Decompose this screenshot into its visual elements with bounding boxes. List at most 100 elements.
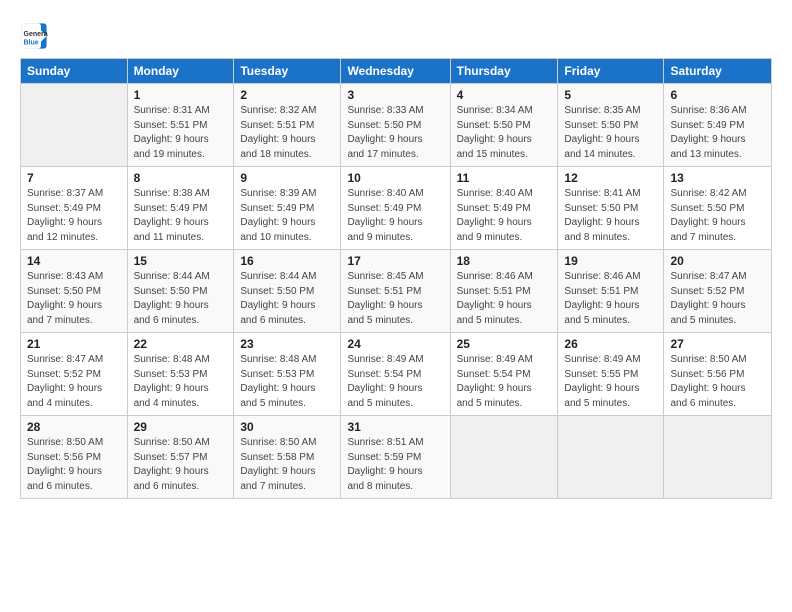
- day-info: Sunrise: 8:50 AM Sunset: 5:56 PM Dayligh…: [27, 436, 121, 494]
- day-number: 28: [27, 420, 121, 434]
- day-info: Sunrise: 8:48 AM Sunset: 5:53 PM Dayligh…: [134, 353, 228, 411]
- calendar-cell: 25 Sunrise: 8:49 AM Sunset: 5:54 PM Dayli…: [450, 333, 558, 416]
- day-number: 19: [564, 254, 657, 268]
- page-container: General Blue SundayMondayTuesdayWednesda…: [0, 0, 792, 509]
- calendar-cell: 7 Sunrise: 8:37 AM Sunset: 5:49 PM Daylig…: [21, 167, 128, 250]
- col-header-friday: Friday: [558, 59, 664, 84]
- day-number: 12: [564, 171, 657, 185]
- day-number: 2: [240, 88, 334, 102]
- header: General Blue: [20, 18, 772, 50]
- calendar-cell: 16 Sunrise: 8:44 AM Sunset: 5:50 PM Dayli…: [234, 250, 341, 333]
- day-info: Sunrise: 8:44 AM Sunset: 5:50 PM Dayligh…: [134, 270, 228, 328]
- day-number: 23: [240, 337, 334, 351]
- day-number: 3: [347, 88, 443, 102]
- calendar-cell: 31 Sunrise: 8:51 AM Sunset: 5:59 PM Dayli…: [341, 416, 450, 499]
- calendar-cell: [21, 84, 128, 167]
- day-info: Sunrise: 8:44 AM Sunset: 5:50 PM Dayligh…: [240, 270, 334, 328]
- day-number: 26: [564, 337, 657, 351]
- col-header-tuesday: Tuesday: [234, 59, 341, 84]
- day-info: Sunrise: 8:50 AM Sunset: 5:56 PM Dayligh…: [670, 353, 765, 411]
- day-info: Sunrise: 8:32 AM Sunset: 5:51 PM Dayligh…: [240, 104, 334, 162]
- calendar-cell: 19 Sunrise: 8:46 AM Sunset: 5:51 PM Dayli…: [558, 250, 664, 333]
- calendar-cell: 23Sunrise: 8:48 AM Sunset: 5:53 PM Dayli…: [234, 333, 341, 416]
- day-number: 7: [27, 171, 121, 185]
- calendar-cell: 1 Sunrise: 8:31 AM Sunset: 5:51 PM Daylig…: [127, 84, 234, 167]
- svg-text:Blue: Blue: [24, 39, 39, 46]
- day-number: 18: [457, 254, 552, 268]
- calendar-cell: 14 Sunrise: 8:43 AM Sunset: 5:50 PM Dayli…: [21, 250, 128, 333]
- day-number: 22: [134, 337, 228, 351]
- day-info: Sunrise: 8:47 AM Sunset: 5:52 PM Dayligh…: [27, 353, 121, 411]
- calendar-cell: 28 Sunrise: 8:50 AM Sunset: 5:56 PM Dayli…: [21, 416, 128, 499]
- day-info: Sunrise: 8:37 AM Sunset: 5:49 PM Dayligh…: [27, 187, 121, 245]
- day-number: 15: [134, 254, 228, 268]
- calendar-cell: 29Sunrise: 8:50 AM Sunset: 5:57 PM Dayli…: [127, 416, 234, 499]
- col-header-sunday: Sunday: [21, 59, 128, 84]
- day-number: 21: [27, 337, 121, 351]
- day-info: Sunrise: 8:46 AM Sunset: 5:51 PM Dayligh…: [564, 270, 657, 328]
- calendar-cell: 9 Sunrise: 8:39 AM Sunset: 5:49 PM Daylig…: [234, 167, 341, 250]
- day-info: Sunrise: 8:40 AM Sunset: 5:49 PM Dayligh…: [347, 187, 443, 245]
- day-info: Sunrise: 8:49 AM Sunset: 5:55 PM Dayligh…: [564, 353, 657, 411]
- day-info: Sunrise: 8:50 AM Sunset: 5:58 PM Dayligh…: [240, 436, 334, 494]
- day-number: 24: [347, 337, 443, 351]
- day-info: Sunrise: 8:42 AM Sunset: 5:50 PM Dayligh…: [670, 187, 765, 245]
- calendar-cell: [450, 416, 558, 499]
- day-number: 16: [240, 254, 334, 268]
- day-number: 8: [134, 171, 228, 185]
- day-info: Sunrise: 8:51 AM Sunset: 5:59 PM Dayligh…: [347, 436, 443, 494]
- day-number: 9: [240, 171, 334, 185]
- col-header-thursday: Thursday: [450, 59, 558, 84]
- calendar-cell: 6 Sunrise: 8:36 AM Sunset: 5:49 PM Daylig…: [664, 84, 772, 167]
- calendar-cell: 17 Sunrise: 8:45 AM Sunset: 5:51 PM Dayli…: [341, 250, 450, 333]
- day-number: 29: [134, 420, 228, 434]
- calendar-cell: 30 Sunrise: 8:50 AM Sunset: 5:58 PM Dayli…: [234, 416, 341, 499]
- day-info: Sunrise: 8:49 AM Sunset: 5:54 PM Dayligh…: [347, 353, 443, 411]
- day-number: 14: [27, 254, 121, 268]
- day-info: Sunrise: 8:43 AM Sunset: 5:50 PM Dayligh…: [27, 270, 121, 328]
- day-number: 27: [670, 337, 765, 351]
- calendar-table: SundayMondayTuesdayWednesdayThursdayFrid…: [20, 58, 772, 499]
- day-info: Sunrise: 8:49 AM Sunset: 5:54 PM Dayligh…: [457, 353, 552, 411]
- logo: General Blue: [20, 22, 50, 50]
- calendar-cell: 13 Sunrise: 8:42 AM Sunset: 5:50 PM Dayli…: [664, 167, 772, 250]
- svg-text:General: General: [24, 31, 49, 38]
- day-info: Sunrise: 8:40 AM Sunset: 5:49 PM Dayligh…: [457, 187, 552, 245]
- day-number: 25: [457, 337, 552, 351]
- day-info: Sunrise: 8:46 AM Sunset: 5:51 PM Dayligh…: [457, 270, 552, 328]
- calendar-cell: 10 Sunrise: 8:40 AM Sunset: 5:49 PM Dayli…: [341, 167, 450, 250]
- day-number: 30: [240, 420, 334, 434]
- calendar-cell: 24 Sunrise: 8:49 AM Sunset: 5:54 PM Dayli…: [341, 333, 450, 416]
- day-number: 13: [670, 171, 765, 185]
- day-info: Sunrise: 8:31 AM Sunset: 5:51 PM Dayligh…: [134, 104, 228, 162]
- day-number: 31: [347, 420, 443, 434]
- col-header-wednesday: Wednesday: [341, 59, 450, 84]
- calendar-cell: [664, 416, 772, 499]
- day-info: Sunrise: 8:33 AM Sunset: 5:50 PM Dayligh…: [347, 104, 443, 162]
- day-info: Sunrise: 8:39 AM Sunset: 5:49 PM Dayligh…: [240, 187, 334, 245]
- day-number: 6: [670, 88, 765, 102]
- calendar-cell: 20Sunrise: 8:47 AM Sunset: 5:52 PM Dayli…: [664, 250, 772, 333]
- col-header-saturday: Saturday: [664, 59, 772, 84]
- day-info: Sunrise: 8:38 AM Sunset: 5:49 PM Dayligh…: [134, 187, 228, 245]
- day-info: Sunrise: 8:36 AM Sunset: 5:49 PM Dayligh…: [670, 104, 765, 162]
- day-number: 1: [134, 88, 228, 102]
- calendar-cell: 11 Sunrise: 8:40 AM Sunset: 5:49 PM Dayli…: [450, 167, 558, 250]
- day-info: Sunrise: 8:45 AM Sunset: 5:51 PM Dayligh…: [347, 270, 443, 328]
- calendar-cell: 4 Sunrise: 8:34 AM Sunset: 5:50 PM Daylig…: [450, 84, 558, 167]
- day-info: Sunrise: 8:34 AM Sunset: 5:50 PM Dayligh…: [457, 104, 552, 162]
- day-number: 4: [457, 88, 552, 102]
- day-number: 5: [564, 88, 657, 102]
- calendar-cell: 15 Sunrise: 8:44 AM Sunset: 5:50 PM Dayli…: [127, 250, 234, 333]
- day-info: Sunrise: 8:47 AM Sunset: 5:52 PM Dayligh…: [670, 270, 765, 328]
- day-number: 17: [347, 254, 443, 268]
- calendar-cell: 12Sunrise: 8:41 AM Sunset: 5:50 PM Dayli…: [558, 167, 664, 250]
- calendar-cell: 27 Sunrise: 8:50 AM Sunset: 5:56 PM Dayli…: [664, 333, 772, 416]
- day-number: 11: [457, 171, 552, 185]
- calendar-cell: 18 Sunrise: 8:46 AM Sunset: 5:51 PM Dayli…: [450, 250, 558, 333]
- day-info: Sunrise: 8:35 AM Sunset: 5:50 PM Dayligh…: [564, 104, 657, 162]
- day-number: 10: [347, 171, 443, 185]
- col-header-monday: Monday: [127, 59, 234, 84]
- calendar-cell: 3 Sunrise: 8:33 AM Sunset: 5:50 PM Daylig…: [341, 84, 450, 167]
- calendar-cell: 8 Sunrise: 8:38 AM Sunset: 5:49 PM Daylig…: [127, 167, 234, 250]
